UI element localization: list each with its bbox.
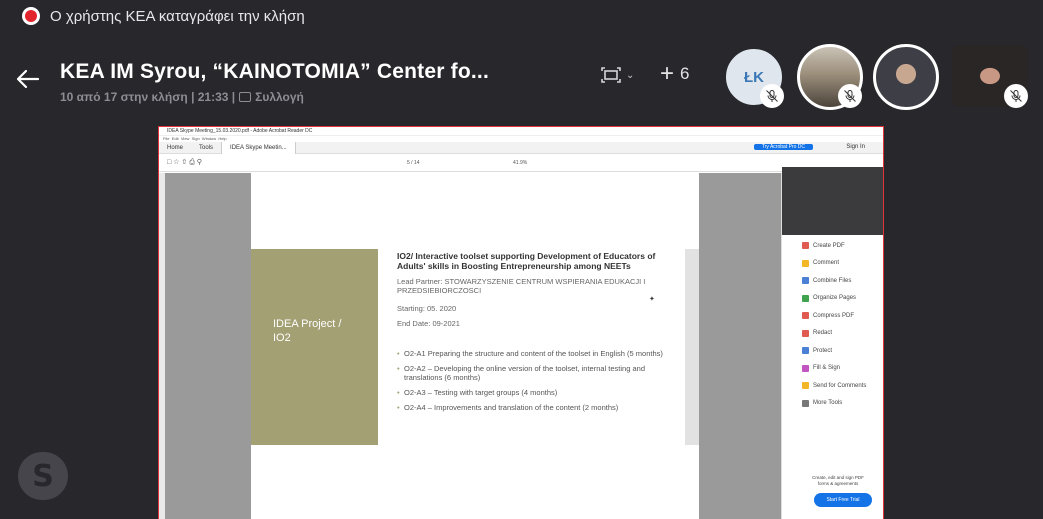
call-status: 10 από 17 στην κλήση | 21:33 | [60,90,236,104]
tool-icon [802,259,809,267]
tool-label: Send for Comments [813,382,867,389]
tool-item[interactable]: Create PDF [802,237,866,255]
tool-label: Fill & Sign [813,365,841,372]
tool-item[interactable]: Redact [802,325,866,343]
tab-tools[interactable]: Tools [191,145,221,151]
pdf-page: IDEA Project / IO2 IO2/ Interactive tool… [251,173,699,519]
slide-box-title: IDEA Project / IO2 [273,318,342,344]
tool-item[interactable]: Compress PDF [802,307,866,325]
tools-list: Create PDF Comment Combine Files Organize P… [802,237,866,412]
tool-label: Combine Files [813,277,852,284]
sign-in-link[interactable]: Sign In [838,144,873,150]
document-margin-right [699,173,781,519]
toolbar-icons[interactable]: □ ☆ ⇧ ⎙ ⚲ [167,158,202,167]
acrobat-document-area: IDEA Project / IO2 IO2/ Interactive tool… [159,167,883,519]
call-title[interactable]: KEA IM Syrou, “KAINOTOMIA” Center fo... [60,60,489,84]
video-overlay [782,167,883,235]
gallery-icon [239,92,252,102]
slide-title-box: IDEA Project / IO2 [251,249,378,445]
slide-lead-partner: Lead Partner: STOWARZYSZENIE CENTRUM WSP… [397,277,646,295]
page-indicator[interactable]: 5 / 14 [407,160,420,166]
more-participants-count: 6 [680,64,690,83]
back-arrow-icon[interactable] [14,66,40,92]
slide-heading: IO2/ Interactive toolset supporting Deve… [397,251,656,271]
more-participants-button[interactable]: + 6 [660,60,690,87]
chevron-down-icon: ⌄ [626,69,635,81]
acrobat-tools-panel: Create PDF Comment Combine Files Organize P… [781,167,883,519]
participant-avatar[interactable] [873,44,939,110]
tab-document[interactable]: IDEA Skype Meetin... [221,141,296,154]
recording-text: Ο χρήστης ΚΕΑ καταγράφει την κλήση [50,7,305,25]
acrobat-menu-item[interactable]: Help [218,136,226,141]
tool-label: More Tools [813,400,843,407]
tool-item[interactable]: More Tools [802,395,866,413]
try-acrobat-button[interactable]: Try Acrobat Pro DC [753,144,813,150]
acrobat-menu-item[interactable]: Edit [172,136,179,141]
tool-icon [802,347,809,355]
list-item: O2-A1 Preparing the structure and conten… [397,349,667,358]
tool-label: Comment [813,260,840,267]
document-margin-left [165,173,251,519]
tool-item[interactable]: Comment [802,255,866,273]
tool-item[interactable]: Fill & Sign [802,360,866,378]
gallery-link[interactable]: Συλλογή [255,90,304,104]
list-item: O2-A3 – Testing with target groups (4 mo… [397,388,667,397]
tool-label: Redact [813,330,833,337]
list-item: O2-A2 – Developing the online version of… [397,364,667,382]
acrobat-menu-item[interactable]: File [163,136,169,141]
tool-item[interactable]: Organize Pages [802,290,866,308]
tab-home[interactable]: Home [159,145,191,151]
tool-icon [802,242,809,250]
tool-label: Protect [813,347,833,354]
participant-initials: ŁK [744,68,764,86]
slide-end-date: End Date: 09-2021 [397,319,460,328]
zoom-level[interactable]: 41.9% [513,160,527,166]
mouse-cursor-icon: ✦ [649,296,655,303]
plus-icon: + [660,60,675,87]
tool-icon [802,294,809,302]
acrobat-tabs: Home Tools IDEA Skype Meetin... Try Acro… [159,141,883,154]
shared-screen: IDEA Skype Meeting_15.03.2020.pdf - Adob… [158,126,884,519]
muted-mic-icon [760,84,784,108]
tool-icon [802,312,809,320]
muted-mic-icon [1004,84,1028,108]
acrobat-menu-item[interactable]: Window [202,136,216,141]
slide-accent-bar [685,249,699,445]
acrobat-window-title: IDEA Skype Meeting_15.03.2020.pdf - Adob… [159,127,883,136]
acrobat-menu-item[interactable]: View [181,136,190,141]
tool-item[interactable]: Send for Comments [802,377,866,395]
skype-logo-icon[interactable]: S [18,452,68,500]
tool-icon [802,277,809,285]
tool-icon [802,364,809,372]
slide-bullets: O2-A1 Preparing the structure and conten… [397,349,667,418]
tool-label: Compress PDF [813,312,855,319]
recording-banner: Ο χρήστης ΚΕΑ καταγράφει την κλήση [22,6,305,26]
tool-label: Organize Pages [813,295,857,302]
tools-panel-note: Create, edit and sign PDF forms & agreem… [812,475,864,486]
list-item: O2-A4 – Improvements and translation of … [397,403,667,412]
acrobat-menu-item[interactable]: Sign [192,136,200,141]
call-subtitle: 10 από 17 στην κλήση | 21:33 | Συλλογή [60,90,304,104]
tool-icon [802,329,809,337]
tool-icon [802,399,809,407]
acrobat-toolbar: □ ☆ ⇧ ⎙ ⚲ 5 / 14 41.9% [159,154,883,172]
tool-label: Create PDF [813,242,845,249]
screen-share-icon [601,67,621,83]
muted-mic-icon [838,84,862,108]
slide-starting: Starting: 05. 2020 [397,304,457,313]
skype-call-window: Ο χρήστης ΚΕΑ καταγράφει την κλήση KEA I… [0,0,1043,519]
recording-icon [22,7,40,25]
screen-share-button[interactable]: ⌄ [600,66,634,84]
tool-item[interactable]: Protect [802,342,866,360]
start-trial-button[interactable]: Start Free Trial [814,493,872,507]
tool-item[interactable]: Combine Files [802,272,866,290]
tool-icon [802,382,809,390]
